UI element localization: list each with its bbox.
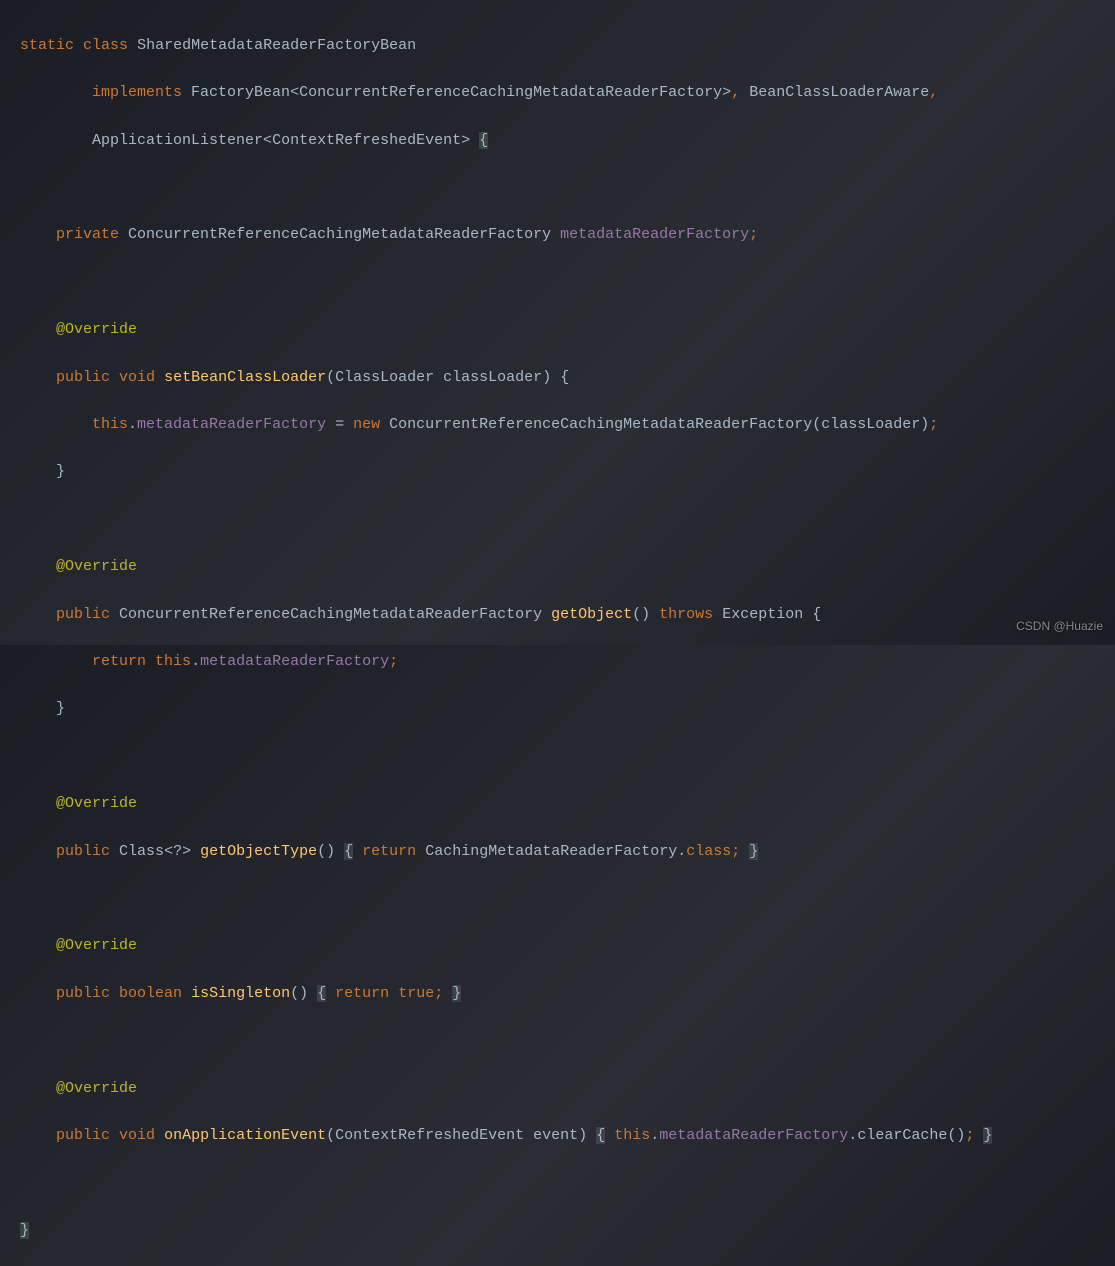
keyword-public: public [56, 843, 110, 860]
watermark: CSDN @Huazie [1016, 615, 1103, 639]
exception-type: Exception [722, 606, 803, 623]
arg-name: classLoader [821, 416, 920, 433]
keyword-void: void [119, 1127, 155, 1144]
keyword-private: private [56, 226, 119, 243]
return-type: Class [119, 843, 164, 860]
code-line: } [20, 697, 1115, 721]
code-line: @Override [20, 318, 1115, 342]
keyword-public: public [56, 369, 110, 386]
type-ref: CachingMetadataReaderFactory [425, 843, 677, 860]
code-line [20, 176, 1115, 200]
type-name: BeanClassLoaderAware [749, 84, 929, 101]
type-name: ConcurrentReferenceCachingMetadataReader… [128, 226, 551, 243]
code-line: ApplicationListener<ContextRefreshedEven… [20, 129, 1115, 153]
code-line: public void onApplicationEvent(ContextRe… [20, 1124, 1115, 1148]
brace-close: } [20, 1222, 29, 1239]
code-line: private ConcurrentReferenceCachingMetada… [20, 223, 1115, 247]
keyword-public: public [56, 606, 110, 623]
code-line [20, 887, 1115, 911]
code-line: } [20, 1219, 1115, 1243]
keyword-implements: implements [92, 84, 182, 101]
keyword-class: class [686, 843, 731, 860]
keyword-new: new [353, 416, 380, 433]
keyword-return: return [92, 653, 146, 670]
field-ref: metadataReaderFactory [659, 1127, 848, 1144]
brace-open: { [479, 132, 488, 149]
param-name: event [533, 1127, 578, 1144]
annotation-override: @Override [56, 558, 137, 575]
brace-open: { [596, 1127, 605, 1144]
brace-open: { [317, 985, 326, 1002]
keyword-static: static [20, 37, 74, 54]
code-line: return this.metadataReaderFactory; [20, 650, 1115, 674]
keyword-class: class [83, 37, 128, 54]
code-line: public void setBeanClassLoader(ClassLoad… [20, 366, 1115, 390]
method-name: getObjectType [200, 843, 317, 860]
keyword-throws: throws [659, 606, 713, 623]
method-name: isSingleton [191, 985, 290, 1002]
class-name: SharedMetadataReaderFactoryBean [137, 37, 416, 54]
brace-close: } [749, 843, 758, 860]
keyword-public: public [56, 985, 110, 1002]
code-line [20, 508, 1115, 532]
type-name: FactoryBean [191, 84, 290, 101]
code-line: public ConcurrentReferenceCachingMetadat… [20, 603, 1115, 627]
annotation-override: @Override [56, 795, 137, 812]
code-line [20, 271, 1115, 295]
field-ref: metadataReaderFactory [137, 416, 326, 433]
keyword-public: public [56, 1127, 110, 1144]
wildcard: <?> [164, 843, 191, 860]
ctor-name: ConcurrentReferenceCachingMetadataReader… [389, 416, 812, 433]
keyword-this: this [614, 1127, 650, 1144]
keyword-void: void [119, 369, 155, 386]
code-line [20, 745, 1115, 769]
code-line: public boolean isSingleton() { return tr… [20, 982, 1115, 1006]
keyword-return: return [362, 843, 416, 860]
method-name: onApplicationEvent [164, 1127, 326, 1144]
field-name: metadataReaderFactory [560, 226, 749, 243]
code-line: @Override [20, 1077, 1115, 1101]
annotation-override: @Override [56, 321, 137, 338]
method-name: setBeanClassLoader [164, 369, 326, 386]
code-line: implements FactoryBean<ConcurrentReferen… [20, 81, 1115, 105]
method-name: getObject [551, 606, 632, 623]
param-type: ContextRefreshedEvent [335, 1127, 524, 1144]
return-type: ConcurrentReferenceCachingMetadataReader… [119, 606, 542, 623]
code-line [20, 1029, 1115, 1053]
keyword-boolean: boolean [119, 985, 182, 1002]
code-line [20, 1171, 1115, 1195]
annotation-override: @Override [56, 1080, 137, 1097]
brace-open: { [344, 843, 353, 860]
annotation-override: @Override [56, 937, 137, 954]
code-editor[interactable]: static class SharedMetadataReaderFactory… [0, 0, 1115, 1266]
generic-type: ConcurrentReferenceCachingMetadataReader… [299, 84, 722, 101]
code-line: @Override [20, 934, 1115, 958]
param-type: ClassLoader [335, 369, 434, 386]
brace-close: } [452, 985, 461, 1002]
code-line: this.metadataReaderFactory = new Concurr… [20, 413, 1115, 437]
keyword-this: this [155, 653, 191, 670]
generic-type: ContextRefreshedEvent [272, 132, 461, 149]
keyword-this: this [92, 416, 128, 433]
type-name: ApplicationListener [92, 132, 263, 149]
field-ref: metadataReaderFactory [200, 653, 389, 670]
method-call: clearCache [857, 1127, 947, 1144]
param-name: classLoader [443, 369, 542, 386]
code-line: @Override [20, 555, 1115, 579]
keyword-return: return [335, 985, 389, 1002]
code-line: public Class<?> getObjectType() { return… [20, 840, 1115, 864]
brace-close: } [983, 1127, 992, 1144]
keyword-true: true [398, 985, 434, 1002]
code-line: @Override [20, 792, 1115, 816]
code-line: } [20, 460, 1115, 484]
code-line: static class SharedMetadataReaderFactory… [20, 34, 1115, 58]
